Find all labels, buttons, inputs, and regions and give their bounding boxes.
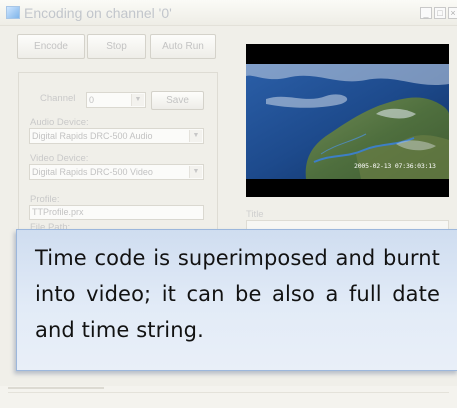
app-icon: [6, 6, 20, 19]
profile-label: Profile:: [30, 194, 60, 205]
video-device-select[interactable]: Digital Rapids DRC-500 Video ▼: [29, 164, 204, 180]
timecode-overlay: 2005-02-13 07:36:03:13: [354, 162, 436, 170]
close-button[interactable]: ×: [448, 7, 457, 19]
stop-button[interactable]: Stop: [87, 34, 146, 59]
status-area: [0, 386, 457, 408]
maximize-button[interactable]: □: [434, 7, 446, 19]
channel-value: 0: [89, 95, 95, 105]
info-callout: Time code is superimposed and burnt into…: [16, 229, 457, 371]
minimize-button[interactable]: _: [420, 7, 432, 19]
callout-text: Time code is superimposed and burnt into…: [35, 246, 440, 342]
encoding-window: Encoding on channel '0' _ □ × Encode Sto…: [0, 0, 457, 408]
title-bar: Encoding on channel '0' _ □ ×: [0, 0, 457, 26]
audio-device-label: Audio Device:: [30, 117, 89, 128]
video-preview: 2005-02-13 07:36:03:13: [246, 44, 449, 197]
divider: [8, 392, 449, 393]
video-device-value: Digital Rapids DRC-500 Video: [32, 167, 153, 177]
progress-bar: [8, 387, 104, 389]
save-button[interactable]: Save: [151, 91, 204, 110]
chevron-down-icon: ▼: [131, 94, 144, 106]
earth-satellite-image: [246, 64, 449, 179]
channel-select[interactable]: 0 ▼: [86, 92, 146, 108]
profile-field[interactable]: TTProfile.prx: [29, 205, 204, 220]
channel-label: Channel: [40, 93, 76, 104]
window-title: Encoding on channel '0': [24, 5, 172, 21]
auto-run-button[interactable]: Auto Run: [150, 34, 216, 59]
chevron-down-icon: ▼: [189, 130, 202, 142]
audio-device-select[interactable]: Digital Rapids DRC-500 Audio ▼: [29, 128, 204, 144]
audio-device-value: Digital Rapids DRC-500 Audio: [32, 131, 153, 141]
chevron-down-icon: ▼: [189, 166, 202, 178]
video-device-label: Video Device:: [30, 153, 89, 164]
title-label: Title: [246, 209, 264, 220]
encode-button[interactable]: Encode: [17, 34, 85, 59]
